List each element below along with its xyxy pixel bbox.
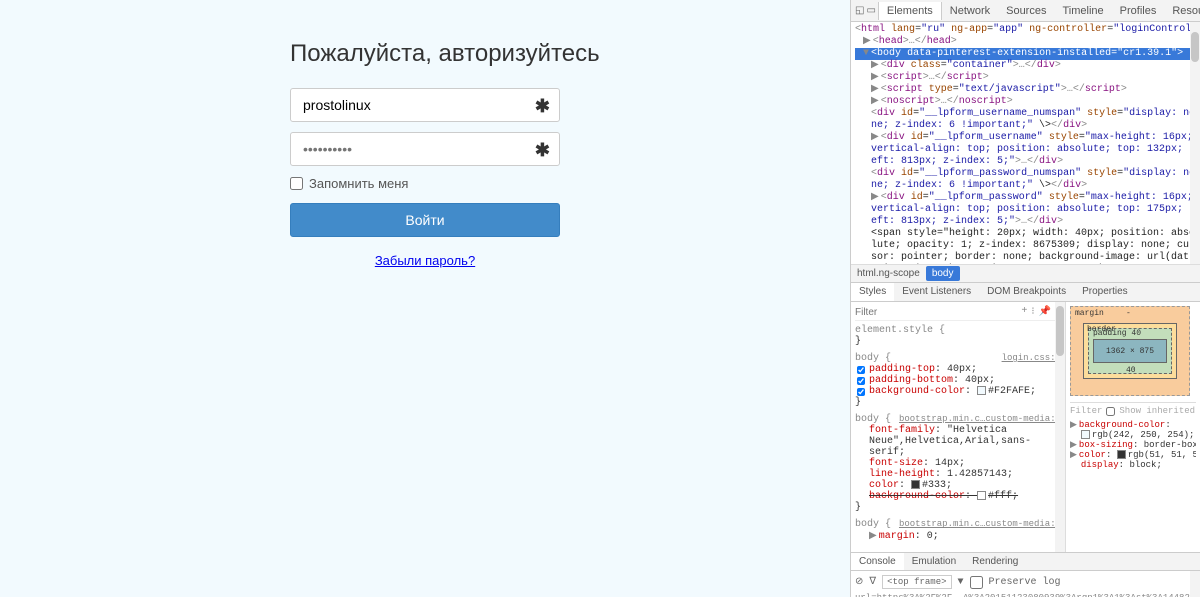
styles-subtabs: Styles Event Listeners DOM Breakpoints P… bbox=[851, 282, 1200, 302]
password-field[interactable] bbox=[290, 132, 560, 166]
styles-filter-input[interactable] bbox=[855, 307, 905, 318]
toggle-state-icon[interactable]: ⁝ bbox=[1031, 306, 1034, 318]
preserve-log-checkbox[interactable] bbox=[970, 576, 983, 589]
remember-label-text: Запомнить меня bbox=[309, 176, 408, 191]
tab-resources[interactable]: Resources bbox=[1164, 2, 1200, 20]
scrollbar[interactable] bbox=[1055, 302, 1065, 552]
devtools-toolbar: ◱ ▭ Elements Network Sources Timeline Pr… bbox=[851, 0, 1200, 22]
required-icon: ✱ bbox=[535, 140, 550, 161]
device-icon[interactable]: ▭ bbox=[866, 3, 875, 19]
inspect-icon[interactable]: ◱ bbox=[855, 3, 864, 19]
filter-icon[interactable]: ∇ bbox=[869, 576, 876, 588]
devtools-panel: ◱ ▭ Elements Network Sources Timeline Pr… bbox=[850, 0, 1200, 597]
pin-icon[interactable]: 📌 bbox=[1039, 306, 1051, 318]
username-field[interactable] bbox=[290, 88, 560, 122]
breadcrumb-html[interactable]: html.ng-scope bbox=[851, 266, 926, 281]
console-drawer-tabs: Console Emulation Rendering bbox=[851, 553, 1200, 571]
scrollbar[interactable] bbox=[1190, 22, 1200, 264]
clear-console-icon[interactable]: ⊘ bbox=[855, 576, 863, 588]
login-form: Пожалуйста, авторизуйтесь ✱ ✱ Запомнить … bbox=[290, 40, 560, 268]
required-icon: ✱ bbox=[535, 96, 550, 117]
remember-checkbox-label[interactable]: Запомнить меня bbox=[290, 176, 560, 191]
box-model: margin - border padding 40 1362 × 875 40 bbox=[1070, 306, 1190, 396]
subtab-properties[interactable]: Properties bbox=[1074, 283, 1136, 301]
drawer-tab-emulation[interactable]: Emulation bbox=[904, 553, 964, 570]
scrollbar[interactable] bbox=[1190, 571, 1200, 597]
styles-panel[interactable]: + ⁝ 📌 ◓ element.style {} login.css:1 bod… bbox=[851, 302, 1065, 552]
drawer-tab-rendering[interactable]: Rendering bbox=[964, 553, 1026, 570]
console-panel[interactable]: ⊘ ∇ <top frame> ▼ Preserve log url=https… bbox=[851, 571, 1200, 597]
tab-sources[interactable]: Sources bbox=[998, 2, 1054, 20]
remember-checkbox[interactable] bbox=[290, 177, 303, 190]
tab-profiles[interactable]: Profiles bbox=[1112, 2, 1165, 20]
computed-panel: margin - border padding 40 1362 × 875 40 bbox=[1065, 302, 1200, 552]
tab-timeline[interactable]: Timeline bbox=[1054, 2, 1111, 20]
login-button[interactable]: Войти bbox=[290, 203, 560, 237]
elements-tree[interactable]: <html lang="ru" ng-app="app" ng-controll… bbox=[851, 22, 1200, 264]
selected-dom-node[interactable]: ▼<body data-pinterest-extension-installe… bbox=[855, 48, 1196, 60]
drawer-tab-console[interactable]: Console bbox=[851, 553, 904, 570]
dom-span-base64: <span style="height: 20px; width: 40px; … bbox=[855, 228, 1196, 264]
frame-selector[interactable]: <top frame> bbox=[882, 575, 951, 589]
show-inherited-checkbox[interactable] bbox=[1106, 407, 1115, 416]
console-log-line: url=https%3A%2F%2F… A%3A20151123080939%3… bbox=[855, 593, 1196, 597]
subtab-styles[interactable]: Styles bbox=[851, 283, 894, 301]
login-page: Пожалуйста, авторизуйтесь ✱ ✱ Запомнить … bbox=[0, 0, 850, 597]
tab-elements[interactable]: Elements bbox=[878, 2, 942, 20]
subtab-event-listeners[interactable]: Event Listeners bbox=[894, 283, 979, 301]
subtab-dom-breakpoints[interactable]: DOM Breakpoints bbox=[979, 283, 1074, 301]
page-title: Пожалуйста, авторизуйтесь bbox=[290, 40, 560, 68]
dom-breadcrumb: html.ng-scope body bbox=[851, 264, 1200, 282]
forgot-password-link[interactable]: Забыли пароль? bbox=[375, 253, 475, 268]
tab-network[interactable]: Network bbox=[942, 2, 998, 20]
add-rule-icon[interactable]: + bbox=[1021, 306, 1027, 318]
breadcrumb-body[interactable]: body bbox=[926, 266, 960, 281]
